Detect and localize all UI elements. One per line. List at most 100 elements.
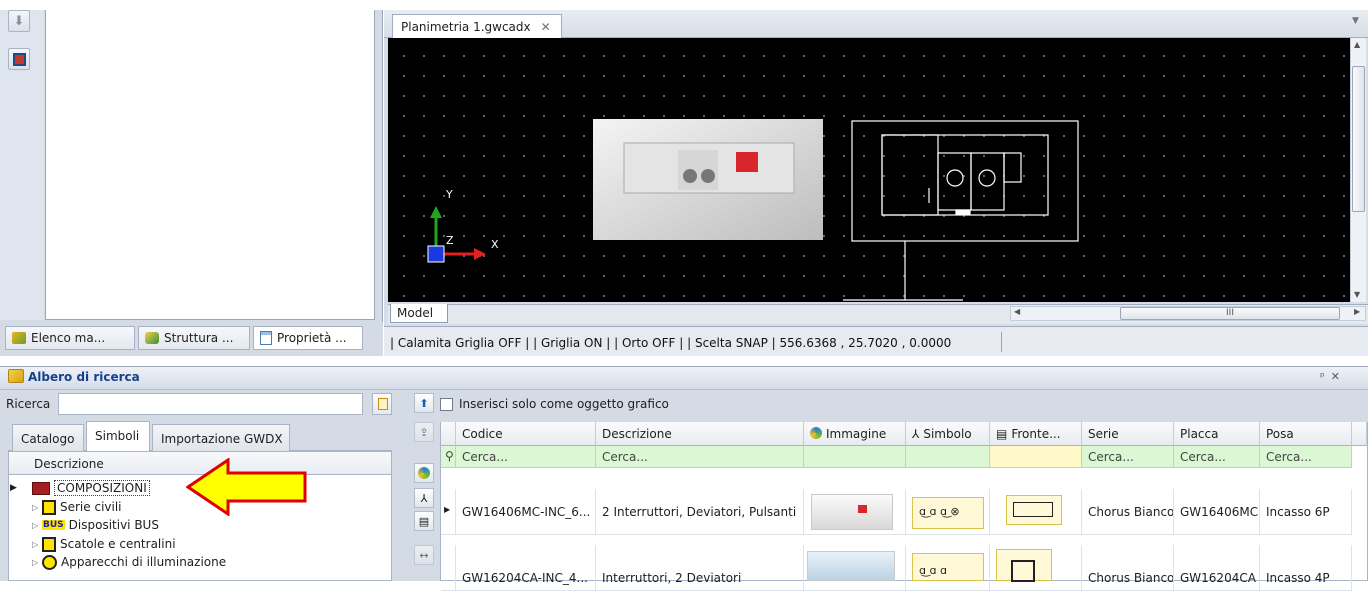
- tree-item-scatole-centralini[interactable]: ▷ Scatole e centralini: [10, 535, 176, 553]
- ucs-icon: Y X Z: [427, 188, 499, 263]
- cad-canvas[interactable]: Y X Z: [388, 38, 1350, 302]
- tree-item-composizioni[interactable]: ▶ COMPOSIZIONI: [10, 479, 150, 497]
- red-cube-icon: [12, 52, 26, 66]
- panel-controls: ᵖ✕: [1320, 370, 1346, 383]
- scroll-up-icon[interactable]: ▲: [1354, 40, 1360, 49]
- annotation-arrow: [186, 458, 307, 516]
- model-tab-label: Model: [397, 306, 434, 320]
- tab-elenco-materiali[interactable]: Elenco ma...: [5, 326, 135, 350]
- column-header-placca[interactable]: Placca: [1174, 422, 1260, 446]
- tree-item-label: Dispositivi BUS: [68, 518, 159, 532]
- tab-list-dropdown-icon[interactable]: ▼: [1352, 16, 1359, 26]
- graphic-only-option[interactable]: Inserisci solo come oggetto grafico: [440, 397, 669, 411]
- status-text[interactable]: | Calamita Griglia OFF | | Griglia ON | …: [390, 336, 951, 350]
- expand-icon[interactable]: ▷: [32, 558, 42, 567]
- import-icon: ⬆: [419, 396, 429, 410]
- table-cell-serie[interactable]: Chorus Bianco: [1082, 489, 1174, 535]
- column-header-codice[interactable]: Codice: [456, 422, 596, 446]
- document-tab[interactable]: Planimetria 1.gwcadx ✕: [392, 14, 562, 38]
- export-button[interactable]: ⇪: [414, 422, 434, 442]
- column-label: Posa: [1266, 427, 1294, 441]
- tree-item-label: Apparecchi di illuminazione: [61, 555, 227, 569]
- filter-descrizione[interactable]: Cerca...: [596, 446, 804, 468]
- close-icon[interactable]: ✕: [541, 20, 551, 34]
- folder-search-icon: [8, 369, 24, 383]
- status-divider: [1001, 332, 1002, 352]
- table-cell-codice[interactable]: GW16204CA-INC_4...: [456, 545, 596, 591]
- graphic-only-checkbox[interactable]: [440, 397, 453, 411]
- tab-proprieta[interactable]: Proprietà ...: [253, 326, 363, 350]
- pin-icon[interactable]: ᵖ: [1320, 370, 1331, 383]
- front-view-button[interactable]: ▤: [414, 511, 434, 531]
- tab-model[interactable]: Model: [390, 304, 448, 323]
- horizontal-scroll-thumb[interactable]: III: [1120, 307, 1340, 320]
- table-cell-placca[interactable]: GW16406MC: [1174, 489, 1260, 535]
- column-header-overflow: [1352, 422, 1367, 446]
- scroll-left-icon[interactable]: ◀: [1014, 307, 1020, 316]
- tab-label: Struttura ...: [164, 331, 234, 345]
- tab-label: Elenco ma...: [31, 331, 106, 345]
- filter-serie[interactable]: Cerca...: [1082, 446, 1174, 468]
- scroll-right-icon[interactable]: ▶: [1354, 307, 1360, 316]
- search-input[interactable]: [58, 393, 363, 415]
- column-header-serie[interactable]: Serie: [1082, 422, 1174, 446]
- scroll-grip: III: [1226, 308, 1234, 318]
- table-cell-serie[interactable]: Chorus Bianco: [1082, 545, 1174, 591]
- table-cell-descrizione[interactable]: Interruttori, 2 Deviatori: [596, 545, 804, 591]
- grid-corner: [441, 422, 456, 446]
- filter-placca[interactable]: Cerca...: [1174, 446, 1260, 468]
- table-cell-posa[interactable]: Incasso 6P: [1260, 489, 1352, 535]
- search-label: Ricerca: [6, 397, 51, 411]
- tab-importazione-gwdx[interactable]: Importazione GWDX: [152, 424, 290, 451]
- symbol-thumbnail: ɑ͜ ɑ ɑ͜ ⊗: [912, 497, 984, 529]
- table-cell-placca[interactable]: GW16204CA: [1174, 545, 1260, 591]
- tree-item-apparecchi-illuminazione[interactable]: ▷ Apparecchi di illuminazione: [10, 553, 226, 571]
- axis-x-label: X: [491, 238, 499, 251]
- expand-icon[interactable]: ▷: [32, 521, 42, 530]
- table-cell-codice[interactable]: GW16406MC-INC_6...: [456, 489, 596, 535]
- column-label: Fronte...: [1011, 427, 1061, 441]
- tree-item-dispositivi-bus[interactable]: ▷ BUS Dispositivi BUS: [10, 516, 159, 534]
- column-header-descrizione[interactable]: Descrizione: [596, 422, 804, 446]
- table-cell-descrizione[interactable]: 2 Interruttori, Deviatori, Pulsanti: [596, 489, 804, 535]
- panel-title: Albero di ricerca: [28, 370, 140, 384]
- fit-width-button[interactable]: ↔: [414, 545, 434, 565]
- red-button-icon: [858, 505, 867, 513]
- front-thumbnail: [1006, 495, 1062, 525]
- row-selector-icon[interactable]: ▶: [441, 489, 456, 535]
- image-view-button[interactable]: [414, 463, 434, 483]
- symbol-view-button[interactable]: ⅄: [414, 488, 434, 508]
- object-button[interactable]: [8, 48, 30, 70]
- tab-catalogo[interactable]: Catalogo: [12, 424, 84, 451]
- import-symbol-button[interactable]: ⬆: [414, 393, 434, 413]
- column-header-fronte[interactable]: ▤ Fronte...: [990, 422, 1082, 446]
- row-selector[interactable]: [441, 545, 456, 591]
- panel-close-icon[interactable]: ✕: [1331, 370, 1346, 383]
- column-label: Serie: [1088, 427, 1119, 441]
- table-cell-posa[interactable]: Incasso 4P: [1260, 545, 1352, 591]
- vertical-scrollbar[interactable]: ▲ ▼: [1350, 38, 1366, 302]
- vertical-scroll-thumb[interactable]: [1352, 66, 1365, 212]
- filter-codice[interactable]: Cerca...: [456, 446, 596, 468]
- front-thumbnail: [996, 549, 1052, 582]
- expand-icon[interactable]: ▷: [32, 540, 42, 549]
- move-down-button[interactable]: ⬇: [8, 10, 30, 32]
- column-header-posa[interactable]: Posa: [1260, 422, 1352, 446]
- column-header-immagine[interactable]: Immagine: [804, 422, 906, 446]
- expand-icon[interactable]: ▷: [32, 503, 42, 512]
- search-options-button[interactable]: [372, 393, 392, 415]
- composition-icon: [32, 481, 50, 495]
- filter-simbolo[interactable]: [906, 446, 990, 468]
- tab-struttura[interactable]: Struttura ...: [138, 326, 250, 350]
- product-thumbnail: [811, 494, 893, 530]
- filter-posa[interactable]: Cerca...: [1260, 446, 1352, 468]
- tree-header-label: Descrizione: [34, 457, 104, 471]
- column-header-simbolo[interactable]: ⅄ Simbolo: [906, 422, 990, 446]
- plate-outline-icon: [1013, 502, 1053, 517]
- image-icon: [810, 427, 822, 439]
- filter-immagine[interactable]: [804, 446, 906, 468]
- tab-simboli[interactable]: Simboli: [86, 421, 150, 452]
- filter-fronte[interactable]: [990, 446, 1082, 468]
- scroll-down-icon[interactable]: ▼: [1354, 290, 1360, 299]
- tree-item-serie-civili[interactable]: ▷ Serie civili: [10, 498, 122, 516]
